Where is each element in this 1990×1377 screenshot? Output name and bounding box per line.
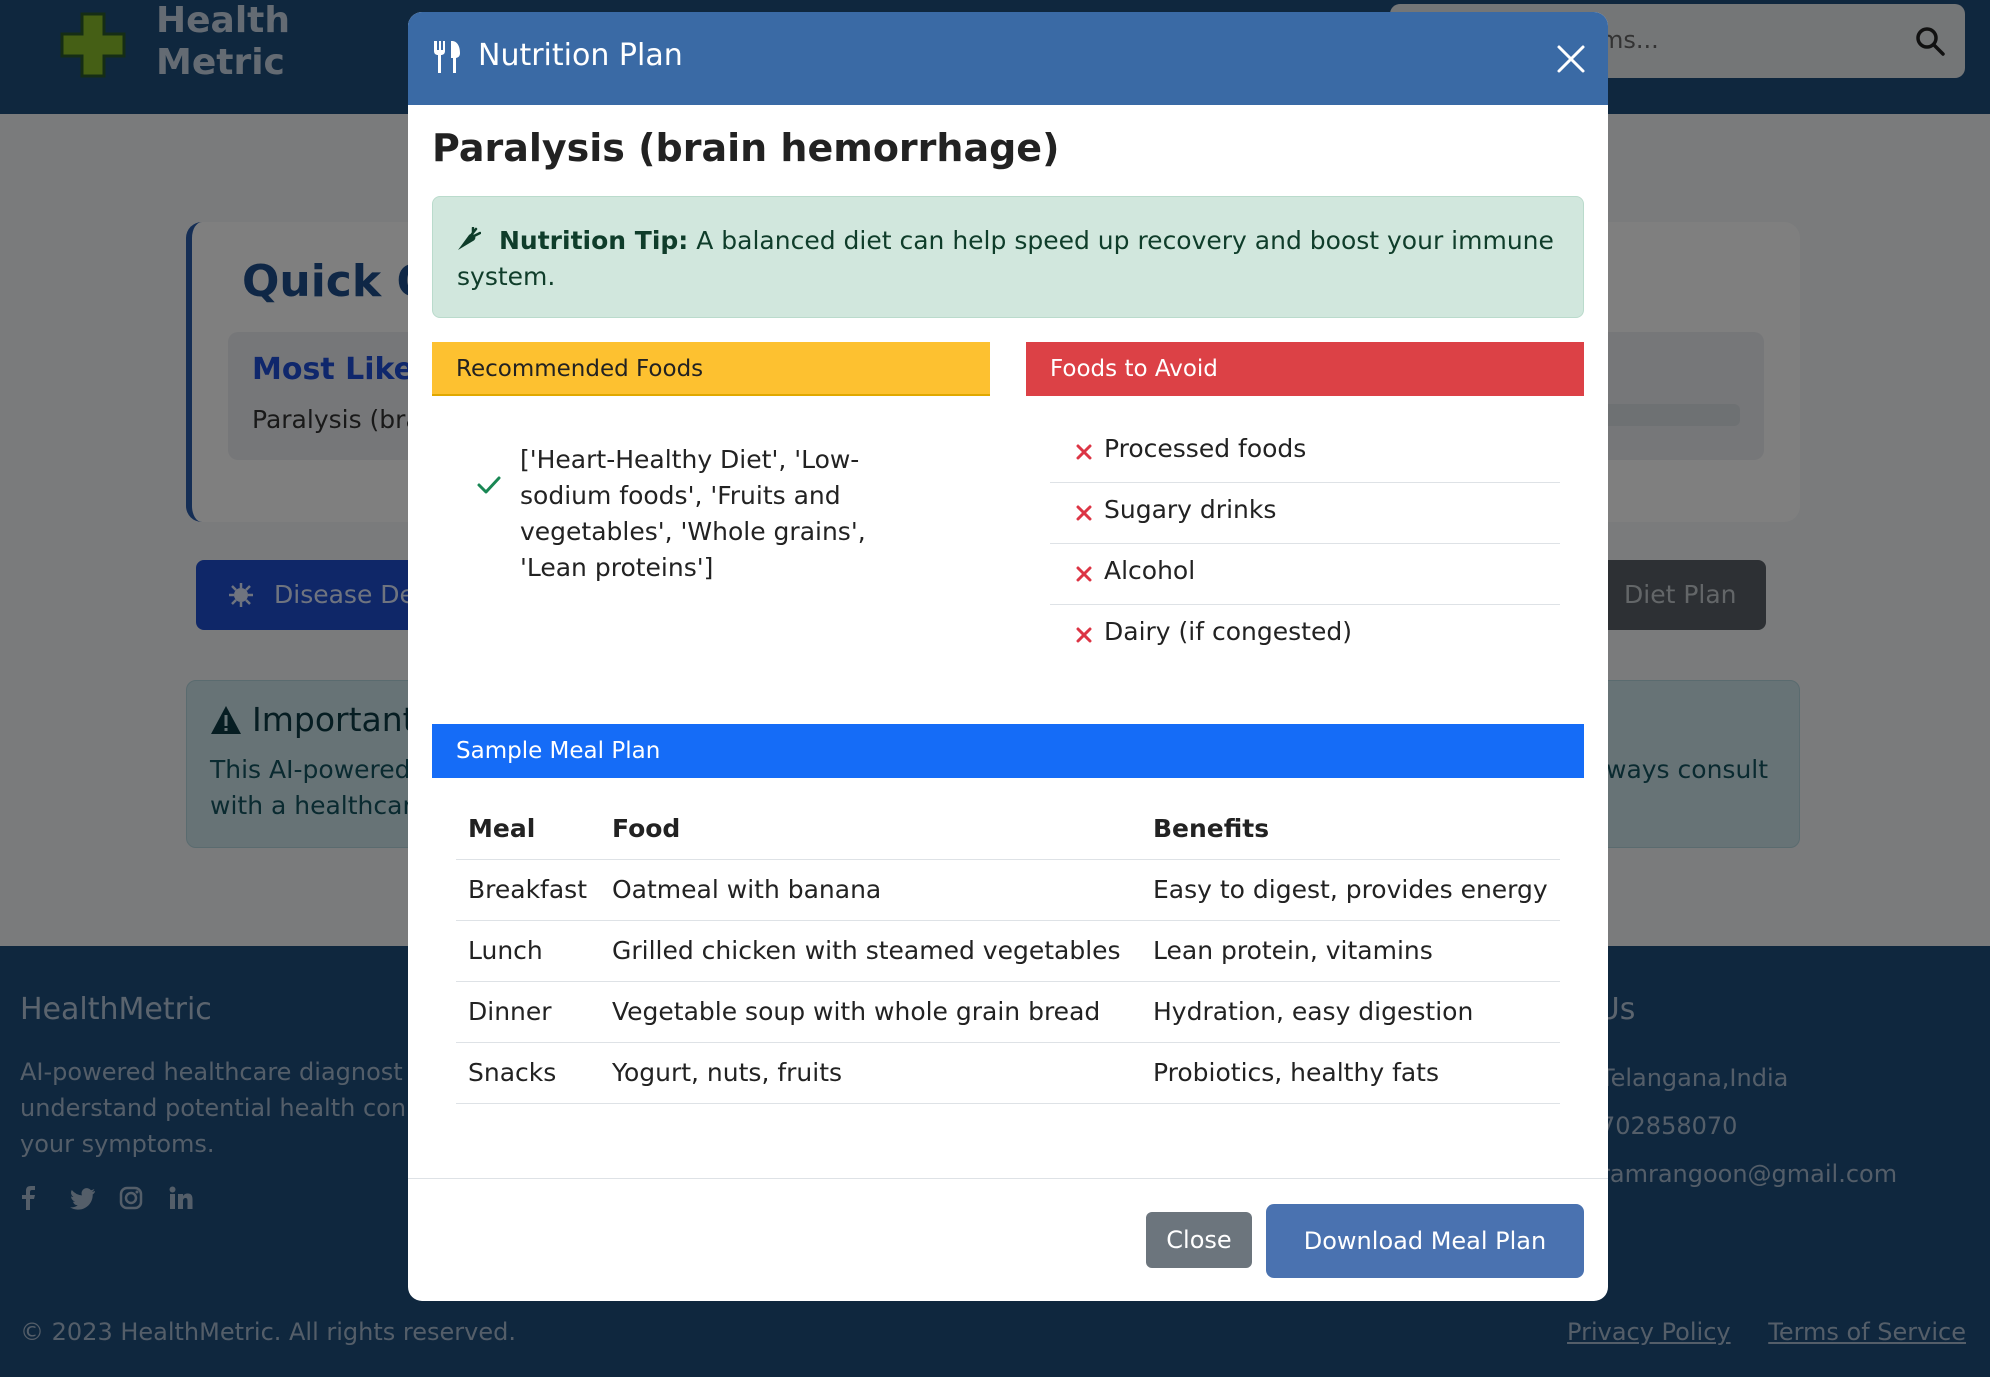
sample-meal-plan-header: Sample Meal Plan (432, 724, 1584, 778)
foods-to-avoid-header: Foods to Avoid (1026, 342, 1584, 396)
utensils-icon (434, 41, 460, 73)
nutrition-tip-text: Nutrition Tip: A balanced diet can help … (457, 226, 1554, 291)
nutrition-plan-modal: Nutrition Plan Paralysis (brain hemorrha… (408, 12, 1608, 1301)
meal-cell: Lunch (456, 920, 600, 982)
x-mark-icon (1076, 627, 1092, 643)
modal-title: Nutrition Plan (478, 38, 683, 73)
avoid-list-item: Dairy (if congested) (1050, 605, 1560, 666)
nutrition-tip-label: Nutrition Tip: (499, 226, 689, 255)
table-row: Snacks Yogurt, nuts, fruits Probiotics, … (456, 1042, 1560, 1104)
table-row: Breakfast Oatmeal with banana Easy to di… (456, 859, 1560, 921)
close-button[interactable]: Close (1146, 1212, 1252, 1268)
close-icon[interactable] (1556, 44, 1586, 74)
disease-title: Paralysis (brain hemorrhage) (432, 126, 1060, 170)
download-meal-plan-button[interactable]: Download Meal Plan (1266, 1204, 1584, 1278)
benefits-cell: Probiotics, healthy fats (1141, 1042, 1560, 1104)
x-mark-icon (1076, 444, 1092, 460)
check-icon (477, 476, 501, 494)
food-cell: Grilled chicken with steamed vegetables (600, 920, 1141, 982)
table-header-row: Meal Food Benefits (456, 798, 1560, 860)
meal-cell: Snacks (456, 1042, 600, 1104)
food-cell: Vegetable soup with whole grain bread (600, 981, 1141, 1043)
column-header-meal: Meal (456, 798, 600, 860)
food-cell: Yogurt, nuts, fruits (600, 1042, 1141, 1104)
benefits-cell: Easy to digest, provides energy (1141, 859, 1560, 921)
avoid-list-item: Sugary drinks (1050, 483, 1560, 544)
table-row: Dinner Vegetable soup with whole grain b… (456, 981, 1560, 1043)
column-header-food: Food (600, 798, 1141, 860)
recommended-food-item: ['Heart-Healthy Diet', 'Low-sodium foods… (520, 445, 866, 582)
column-header-benefits: Benefits (1141, 798, 1560, 860)
avoid-list-item: Processed foods (1050, 422, 1560, 483)
benefits-cell: Lean protein, vitamins (1141, 920, 1560, 982)
x-mark-icon (1076, 566, 1092, 582)
table-row: Lunch Grilled chicken with steamed veget… (456, 920, 1560, 982)
meal-cell: Breakfast (456, 859, 600, 921)
meal-cell: Dinner (456, 981, 600, 1043)
x-mark-icon (1076, 505, 1092, 521)
nutrition-tip-alert: Nutrition Tip: A balanced diet can help … (432, 196, 1584, 318)
recommended-foods-header: Recommended Foods (432, 342, 990, 396)
avoid-list-item: Alcohol (1050, 544, 1560, 605)
modal-footer-divider (408, 1178, 1608, 1179)
food-cell: Oatmeal with banana (600, 859, 1141, 921)
benefits-cell: Hydration, easy digestion (1141, 981, 1560, 1043)
modal-header: Nutrition Plan (408, 12, 1608, 105)
meal-plan-table: Meal Food Benefits Breakfast Oatmeal wit… (456, 798, 1560, 1104)
foods-to-avoid-list: Processed foods Sugary drinks Alcohol Da… (1050, 422, 1560, 666)
